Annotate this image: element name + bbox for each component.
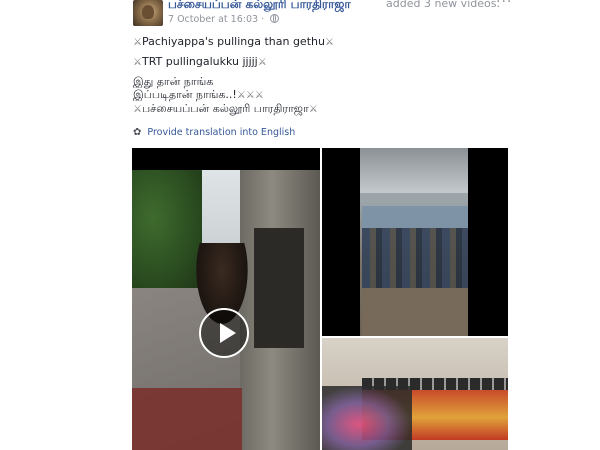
author-name[interactable]: பச்சையப்பன் கல்லூரி பாரதிராஜா — [168, 0, 351, 13]
post-line: ⚔Pachiyappa's pullinga than gethu⚔ — [133, 35, 334, 49]
video-thumbnail-1[interactable] — [132, 148, 320, 450]
scene-train — [362, 206, 468, 228]
post-line-text: இப்படிதான் நாங்க..! — [133, 88, 237, 101]
scene-crowd — [362, 228, 468, 288]
play-icon[interactable] — [199, 308, 249, 358]
crossed-swords-icon: ⚔⚔⚔ — [236, 90, 264, 101]
post-line-text: Pachiyappa's pullinga than gethu — [141, 35, 325, 48]
crossed-swords-icon: ⚔ — [133, 104, 142, 115]
crossed-swords-icon: ⚔ — [308, 104, 318, 115]
video-thumbnail-3[interactable] — [322, 338, 508, 450]
letterbox-bar — [132, 148, 320, 170]
crossed-swords-icon: ⚔ — [133, 57, 142, 68]
post-line-text: TRT pullingalukku jjjjj — [141, 55, 258, 68]
scene-crowd — [322, 386, 412, 450]
translate-link[interactable]: ✿ Provide translation into English — [133, 127, 295, 138]
globe-icon — [270, 14, 280, 23]
post-line-text: பச்சையப்பன் கல்லூரி பாரதிராஜா — [141, 102, 309, 115]
post-options-button[interactable]: ··· — [496, 0, 512, 10]
post-text: ⚔Pachiyappa's pullinga than gethu⚔ ⚔TRT … — [133, 35, 334, 116]
author-avatar[interactable] — [133, 0, 163, 26]
meta-separator: · — [261, 14, 268, 25]
gear-icon: ✿ — [133, 127, 142, 138]
scene-platform — [132, 388, 242, 450]
crossed-swords-icon: ⚔ — [324, 37, 334, 48]
post-timestamp[interactable]: 7 October at 16:03 — [168, 14, 258, 25]
post-line: ⚔TRT pullingalukku jjjjj⚔ — [133, 55, 334, 69]
crossed-swords-icon: ⚔ — [133, 37, 142, 48]
translate-label: Provide translation into English — [147, 127, 296, 138]
post-action-text: added 3 new videos. — [386, 0, 500, 10]
facebook-post: பச்சையப்பன் கல்லூரி பாரதிராஜா added 3 ne… — [0, 0, 600, 450]
post-line: இது தான் நாங்க — [133, 75, 334, 88]
crossed-swords-icon: ⚔ — [257, 57, 267, 68]
post-line-text: இது தான் நாங்க — [133, 75, 214, 88]
post-line: இப்படிதான் நாங்க..!⚔⚔⚔ — [133, 88, 334, 102]
post-meta: 7 October at 16:03 · — [168, 14, 280, 25]
post-line: ⚔பச்சையப்பன் கல்லூரி பாரதிராஜா⚔ — [133, 102, 334, 116]
scene-train-window — [254, 228, 304, 348]
scene-floor — [362, 288, 468, 336]
video-thumbnail-2[interactable] — [322, 148, 508, 336]
scene-roof — [360, 148, 468, 193]
